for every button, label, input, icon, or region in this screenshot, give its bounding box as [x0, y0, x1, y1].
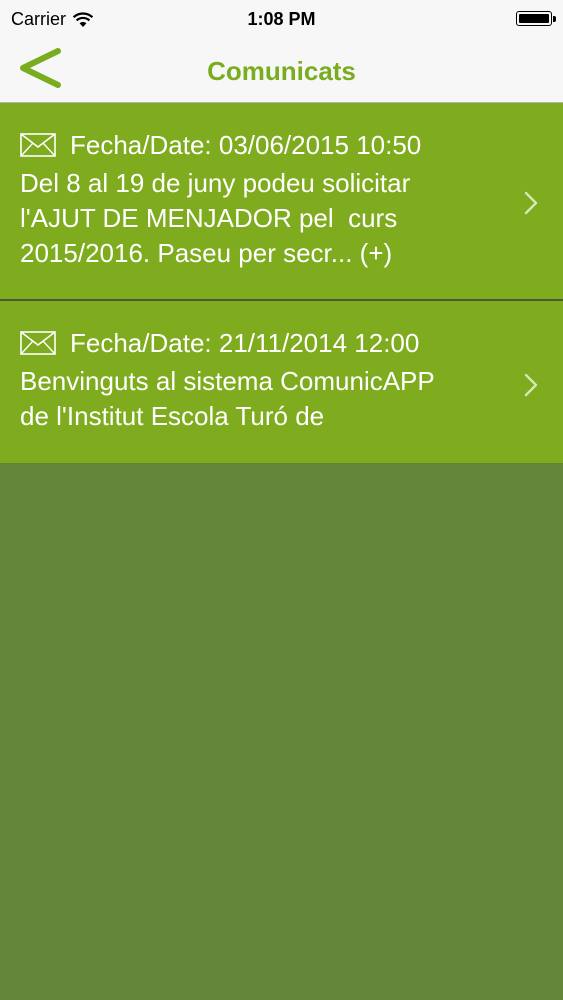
message-row[interactable]: Fecha/Date: 03/06/2015 10:50 Del 8 al 19…	[0, 103, 563, 301]
message-date-line: Fecha/Date: 03/06/2015 10:50	[20, 128, 503, 162]
battery-icon	[516, 11, 556, 28]
envelope-icon	[20, 331, 56, 355]
navigation-bar: Comunicats	[0, 38, 563, 103]
status-bar: Carrier 1:08 PM	[0, 0, 563, 38]
status-time: 1:08 PM	[247, 9, 316, 29]
message-text: Del 8 al 19 de juny podeu solicitar l'AJ…	[20, 168, 411, 268]
chevron-right-icon	[524, 191, 538, 215]
message-text: Benvinguts al sistema ComunicAPP de l'In…	[20, 366, 435, 431]
message-date: Fecha/Date: 03/06/2015 10:50	[70, 130, 422, 160]
chevron-right-icon	[524, 373, 538, 397]
message-date-line: Fecha/Date: 21/11/2014 12:00	[20, 326, 503, 360]
message-row[interactable]: Fecha/Date: 21/11/2014 12:00 Benvinguts …	[0, 301, 563, 463]
message-list: Fecha/Date: 03/06/2015 10:50 Del 8 al 19…	[0, 103, 563, 463]
page-title: Comunicats	[207, 56, 356, 86]
envelope-icon	[20, 133, 56, 157]
message-date: Fecha/Date: 21/11/2014 12:00	[70, 328, 420, 358]
